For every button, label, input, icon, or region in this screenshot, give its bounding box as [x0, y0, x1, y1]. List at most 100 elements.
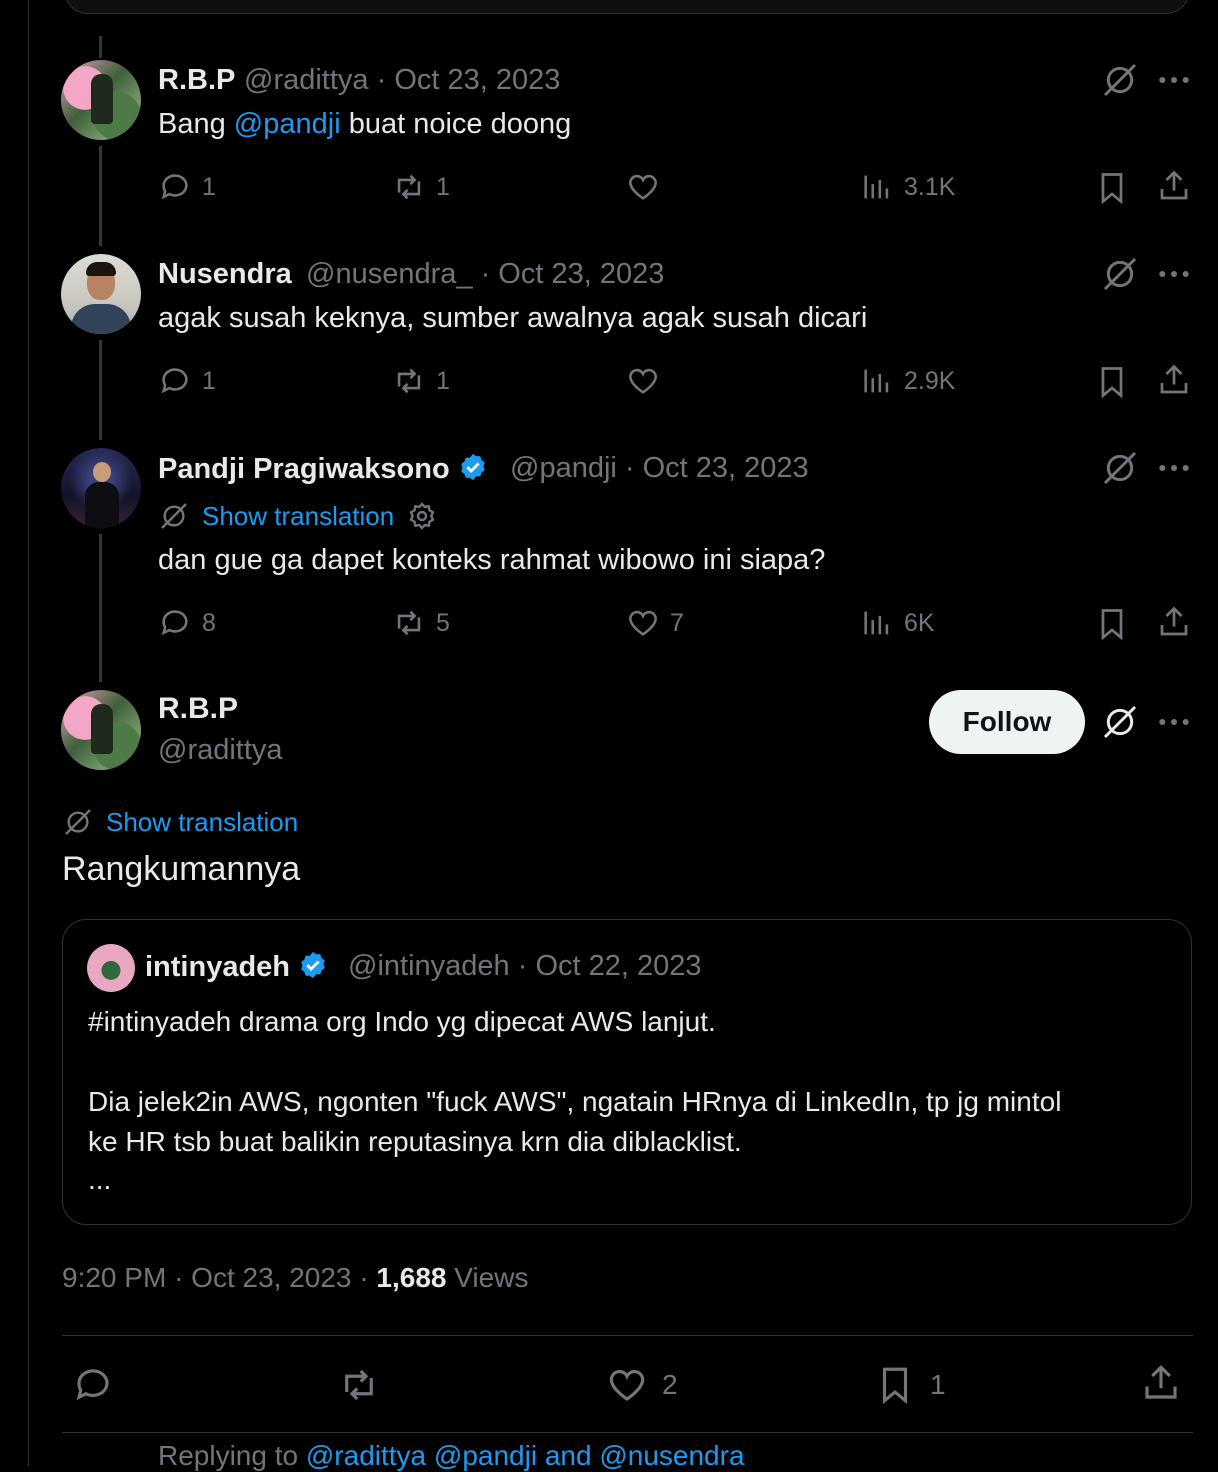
verified-badge-icon[interactable] — [458, 452, 488, 482]
grok-icon[interactable] — [1100, 448, 1140, 488]
tweet-timestamp: 9:20 PM · Oct 23, 2023 · 1,688 Views — [62, 1262, 528, 1294]
tweet-date[interactable]: Oct 23, 2023 — [643, 452, 809, 484]
retweet-button[interactable]: 5 — [392, 606, 450, 640]
gear-icon[interactable] — [406, 500, 438, 532]
reply-button[interactable]: 1 — [158, 170, 216, 204]
share-button[interactable] — [1140, 1362, 1182, 1404]
quote-user-name-text: intinyadeh — [145, 951, 291, 983]
bookmark-button[interactable]: 1 — [874, 1364, 946, 1406]
tweet-meta: @pandji · Oct 23, 2023 — [510, 452, 809, 485]
analytics-icon — [864, 369, 889, 393]
tweet-date[interactable]: Oct 23, 2023 — [191, 1262, 351, 1293]
show-translation-label: Show translation — [106, 806, 299, 837]
views-button[interactable]: 3.1K — [860, 170, 955, 204]
thread-line — [99, 340, 102, 440]
avatar[interactable] — [61, 254, 141, 334]
separator-dot: · — [376, 64, 395, 96]
quote-user-name[interactable]: intinyadeh — [145, 950, 328, 984]
quote-date: Oct 22, 2023 — [535, 950, 702, 982]
quote-text-line: Dia jelek2in AWS, ngonten "fuck AWS", ng… — [88, 1086, 1062, 1117]
user-handle[interactable]: @radittya — [244, 64, 369, 96]
more-options-icon[interactable] — [1154, 60, 1194, 100]
like-count: 7 — [670, 608, 684, 637]
user-name[interactable]: Nusendra — [158, 258, 292, 291]
grok-icon — [65, 809, 91, 835]
views-count: 6K — [904, 608, 935, 637]
show-translation-link[interactable]: Show translation — [158, 500, 438, 532]
grok-icon[interactable] — [1100, 60, 1140, 100]
avatar[interactable] — [61, 448, 141, 528]
more-options-icon[interactable] — [1154, 702, 1194, 742]
share-icon — [1145, 1365, 1177, 1399]
analytics-icon — [864, 611, 889, 635]
avatar[interactable] — [61, 60, 141, 140]
retweet-count: 1 — [436, 366, 450, 395]
retweet-count: 1 — [436, 172, 450, 201]
like-button[interactable] — [626, 170, 670, 204]
user-handle[interactable]: @pandji — [510, 452, 617, 484]
bookmark-icon — [1101, 173, 1123, 205]
like-count: 2 — [662, 1369, 678, 1400]
bookmark-icon — [882, 1367, 908, 1405]
retweet-icon — [397, 610, 421, 636]
heart-icon — [609, 1369, 645, 1401]
share-button[interactable] — [1156, 604, 1192, 640]
share-icon — [1160, 364, 1188, 394]
tweet-date[interactable]: Oct 23, 2023 — [498, 258, 664, 290]
grok-icon[interactable] — [1100, 702, 1140, 742]
user-name[interactable]: Pandji Pragiwaksono — [158, 452, 488, 486]
separator-dot: · — [480, 258, 499, 290]
reply-count: 8 — [202, 608, 216, 637]
user-handle[interactable]: @nusendra_ — [306, 258, 473, 290]
quoted-tweet[interactable]: intinyadeh @intinyadeh · Oct 22, 2023 #i… — [62, 919, 1192, 1225]
divider — [62, 1335, 1193, 1336]
quote-text-line: ke HR tsb buat balikin reputasinya krn d… — [88, 1126, 742, 1157]
replying-mentions[interactable]: @radittya @pandji and @nusendra — [306, 1440, 745, 1471]
views-count: 3.1K — [904, 172, 956, 201]
bookmark-icon — [1101, 609, 1123, 641]
reply-count: 1 — [202, 366, 216, 395]
grok-icon — [161, 503, 187, 529]
bookmark-button[interactable] — [1094, 606, 1130, 642]
user-name[interactable]: R.B.P — [158, 692, 238, 726]
reply-button[interactable] — [72, 1364, 128, 1406]
views-button[interactable]: 6K — [860, 606, 935, 640]
avatar[interactable] — [61, 690, 141, 770]
verified-badge-icon[interactable] — [298, 950, 328, 980]
divider — [62, 1432, 1193, 1433]
tweet-date[interactable]: Oct 23, 2023 — [394, 64, 560, 96]
like-button[interactable] — [626, 364, 670, 398]
retweet-icon — [397, 368, 421, 394]
follow-button[interactable]: Follow — [929, 690, 1085, 754]
share-button[interactable] — [1156, 168, 1192, 204]
views-count: 2.9K — [904, 366, 956, 395]
retweet-button[interactable]: 1 — [392, 170, 450, 204]
reply-button[interactable]: 1 — [158, 364, 216, 398]
share-button[interactable] — [1156, 362, 1192, 398]
like-button[interactable]: 7 — [626, 606, 684, 640]
grok-icon[interactable] — [1100, 254, 1140, 294]
tweet-text: agak susah keknya, sumber awalnya agak s… — [158, 302, 868, 334]
views-button[interactable]: 2.9K — [860, 364, 955, 398]
tweet-time[interactable]: 9:20 PM — [62, 1262, 166, 1293]
previous-tweet-card-bottom — [64, 0, 1190, 14]
show-translation-link[interactable]: Show translation — [62, 806, 298, 838]
retweet-count: 5 — [436, 608, 450, 637]
more-options-icon[interactable] — [1154, 254, 1194, 294]
retweet-button[interactable] — [338, 1364, 394, 1406]
like-button[interactable]: 2 — [606, 1364, 678, 1406]
reply-button[interactable]: 8 — [158, 606, 216, 640]
reply-count: 1 — [202, 172, 216, 201]
bookmark-button[interactable] — [1094, 170, 1130, 206]
retweet-button[interactable]: 1 — [392, 364, 450, 398]
avatar[interactable] — [87, 944, 135, 992]
tweet-text-part: buat noice doong — [340, 108, 572, 140]
user-handle[interactable]: @radittya — [158, 734, 283, 767]
mention-link[interactable]: @pandji — [234, 108, 341, 140]
bookmark-button[interactable] — [1094, 364, 1130, 400]
user-name[interactable]: R.B.P — [158, 64, 235, 97]
quote-text-line: #intinyadeh drama org Indo yg dipecat AW… — [88, 1006, 716, 1037]
more-options-icon[interactable] — [1154, 448, 1194, 488]
analytics-icon — [864, 175, 889, 199]
heart-icon — [629, 610, 657, 636]
